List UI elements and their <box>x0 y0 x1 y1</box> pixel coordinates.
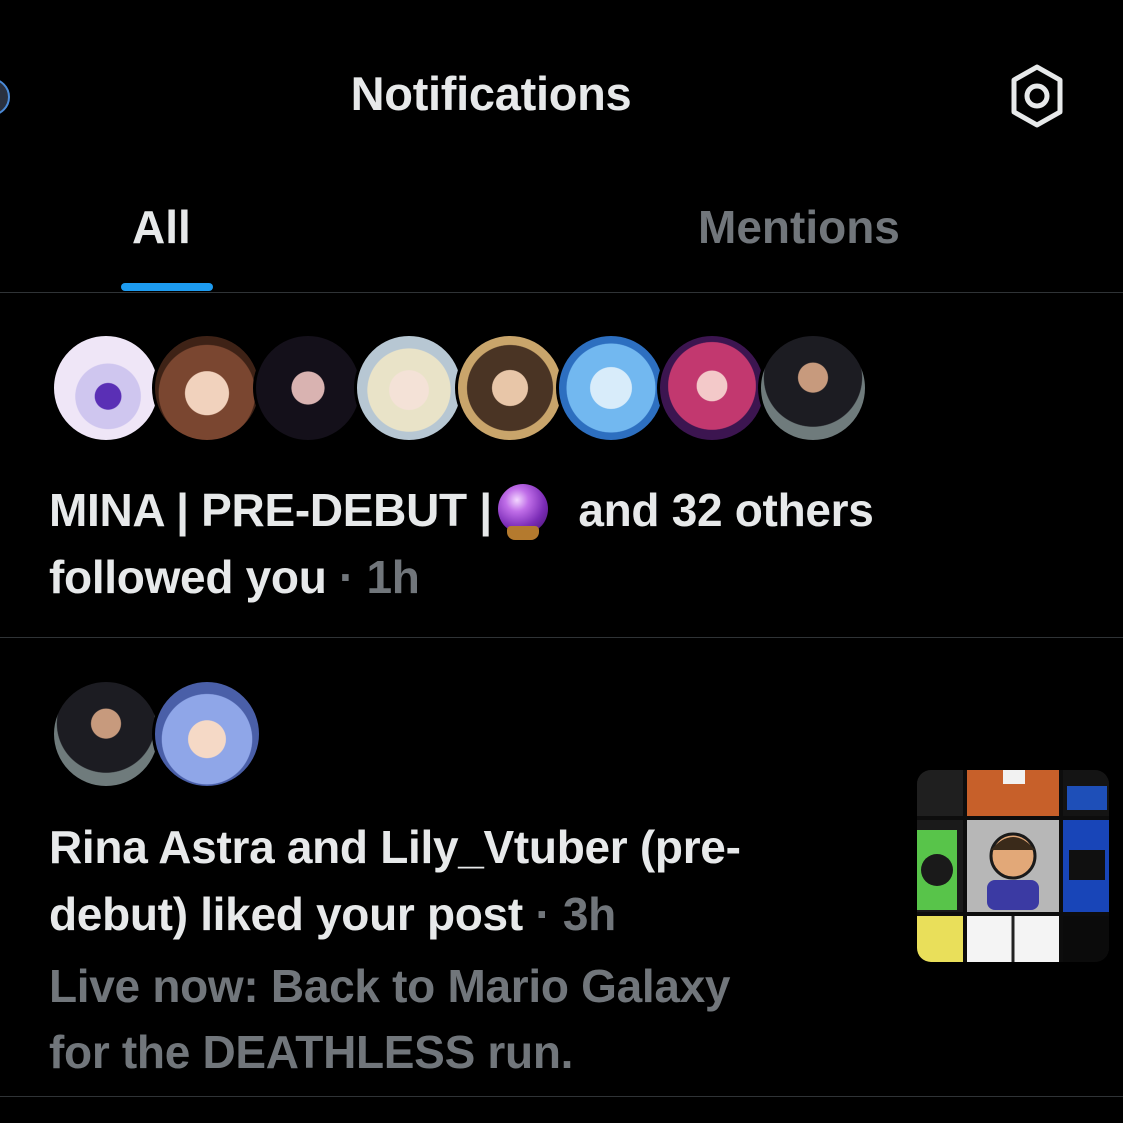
avatar[interactable] <box>556 333 666 443</box>
action-text: followed you <box>49 551 327 603</box>
thumbnail-image <box>917 770 1109 962</box>
divider <box>0 1096 1123 1097</box>
notification-follow[interactable]: MINA | PRE-DEBUT | and 32 others followe… <box>0 293 1123 637</box>
top-bar: Notifications <box>0 0 1123 190</box>
avatar[interactable] <box>152 333 262 443</box>
avatar[interactable] <box>51 333 161 443</box>
avatar[interactable] <box>354 333 464 443</box>
active-tab-indicator <box>121 283 213 291</box>
tab-bar: All Mentions <box>0 190 1123 292</box>
notification-text: Rina Astra and Lily_Vtuber (pre- debut) … <box>49 814 741 948</box>
avatar[interactable] <box>51 679 161 789</box>
actor-name[interactable]: MINA | PRE-DEBUT | <box>49 484 492 536</box>
post-preview-line1: Live now: Back to Mario Galaxy <box>49 960 731 1012</box>
timestamp: · 3h <box>522 888 616 940</box>
avatar[interactable] <box>455 333 565 443</box>
notification-text: MINA | PRE-DEBUT | and 32 others followe… <box>49 477 874 611</box>
like-text-line1: Rina Astra and Lily_Vtuber (pre- <box>49 821 741 873</box>
avatar[interactable] <box>152 679 262 789</box>
settings-button[interactable] <box>1004 63 1070 129</box>
timestamp: · 1h <box>326 551 420 603</box>
post-preview: Live now: Back to Mario Galaxy for the D… <box>49 953 731 1085</box>
tab-mentions[interactable]: Mentions <box>698 200 900 254</box>
others-count: and 32 others <box>565 484 874 536</box>
like-text-line2: debut) liked your post <box>49 888 523 940</box>
gear-icon <box>1011 64 1063 128</box>
page-title: Notifications <box>350 67 632 120</box>
post-media-thumbnail[interactable] <box>917 770 1109 962</box>
avatar[interactable] <box>758 333 868 443</box>
avatar[interactable] <box>657 333 767 443</box>
post-preview-line2: for the DEATHLESS run. <box>49 1026 574 1078</box>
tab-all[interactable]: All <box>132 200 191 254</box>
crystal-ball-icon <box>497 484 548 540</box>
avatar[interactable] <box>253 333 363 443</box>
